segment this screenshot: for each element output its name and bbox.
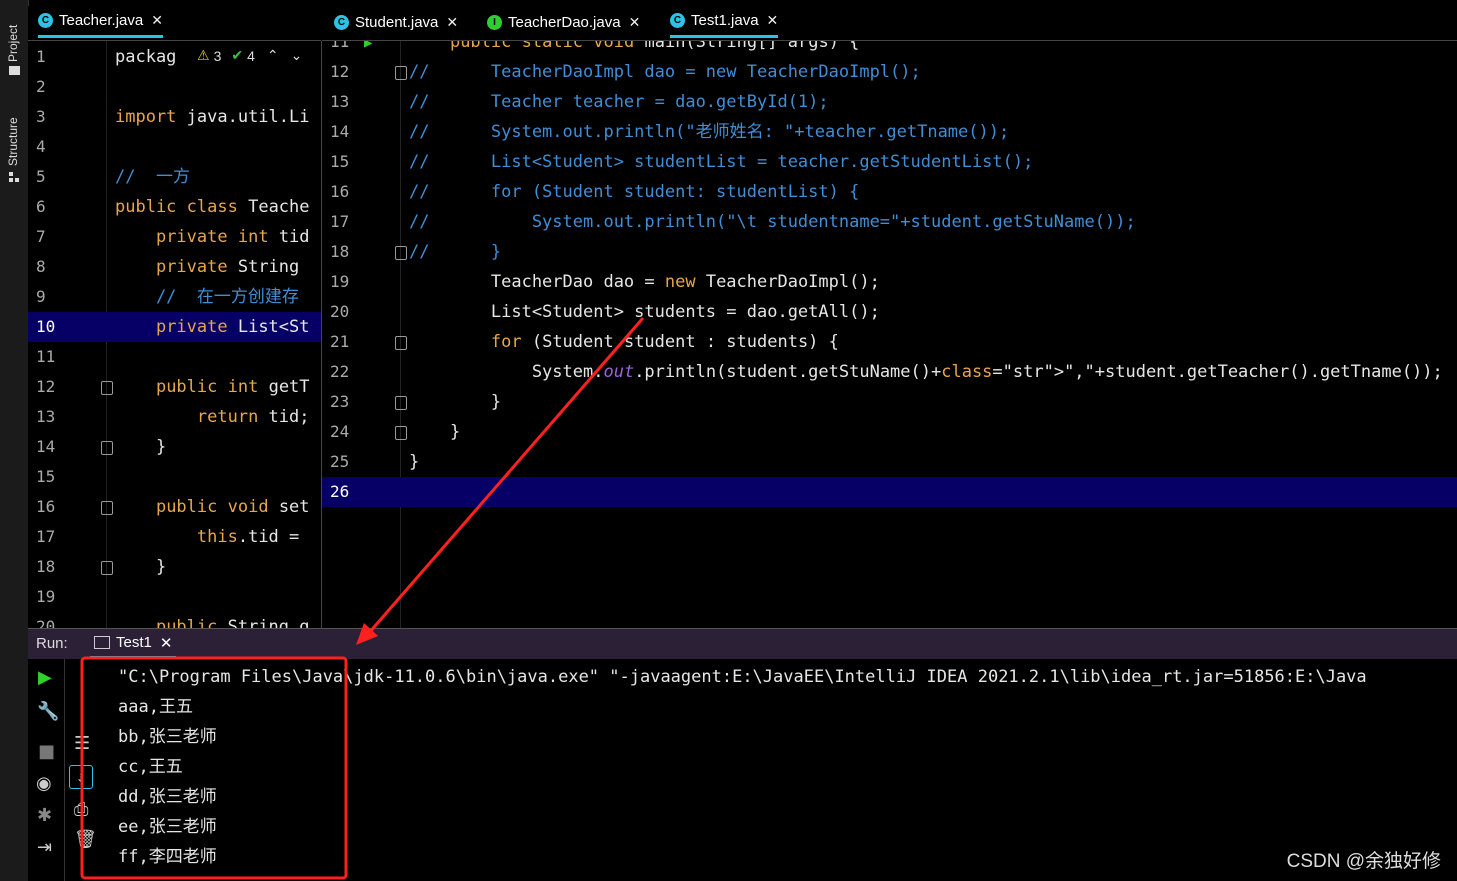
annotation-box [80, 656, 348, 880]
annotation-arrow-line [366, 317, 645, 635]
watermark: CSDN @余独好修 [1286, 851, 1441, 872]
annotation-overlay [80, 317, 645, 880]
